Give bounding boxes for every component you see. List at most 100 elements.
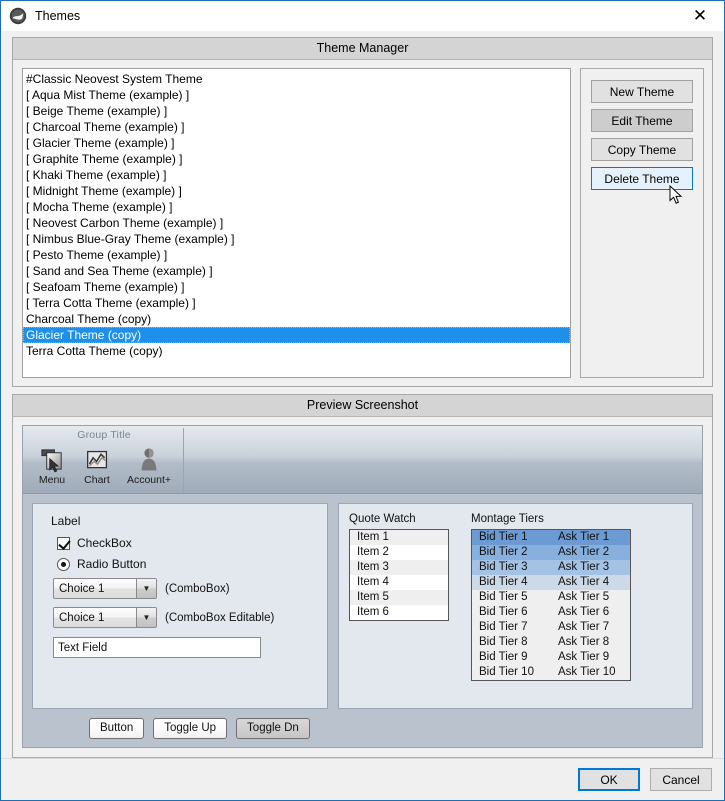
montage-tier-row[interactable]: Bid Tier 3 Ask Tier 3	[472, 560, 630, 575]
combobox-editable-value: Choice 1	[59, 611, 105, 624]
theme-list-item[interactable]: [ Seafoam Theme (example) ]	[23, 279, 570, 295]
ribbon-item-chart[interactable]: Chart	[78, 443, 116, 486]
montage-tiers-title: Montage Tiers	[471, 513, 544, 525]
combobox[interactable]: Choice 1 ▼	[53, 578, 157, 599]
combobox-note: (ComboBox)	[165, 582, 230, 595]
theme-list-item[interactable]: #Classic Neovest System Theme	[23, 71, 570, 87]
ask-tier-label: Ask Tier 5	[558, 591, 610, 603]
theme-list-item[interactable]: [ Aqua Mist Theme (example) ]	[23, 87, 570, 103]
quote-watch-item[interactable]: Item 6	[350, 605, 448, 620]
preview-toggle-dn-button[interactable]: Toggle Dn	[236, 717, 310, 739]
quote-watch-item[interactable]: Item 5	[350, 590, 448, 605]
close-icon[interactable]: ✕	[678, 2, 722, 30]
montage-tier-row[interactable]: Bid Tier 6 Ask Tier 6	[472, 605, 630, 620]
window-title: Themes	[35, 9, 81, 23]
chevron-down-icon[interactable]: ▼	[136, 608, 156, 627]
bid-tier-label: Bid Tier 2	[479, 546, 528, 558]
theme-list-item[interactable]: Glacier Theme (copy)	[23, 327, 570, 343]
bid-tier-label: Bid Tier 5	[479, 591, 528, 603]
theme-list-item[interactable]: [ Mocha Theme (example) ]	[23, 199, 570, 215]
ask-tier-label: Ask Tier 10	[558, 666, 616, 678]
new-theme-button[interactable]: New Theme	[591, 80, 693, 103]
ask-tier-label: Ask Tier 1	[558, 531, 610, 543]
theme-actions-panel: New Theme Edit Theme Copy Theme Delete T…	[580, 68, 704, 378]
checkbox-checked-icon[interactable]	[57, 536, 70, 550]
montage-tier-row[interactable]: Bid Tier 9 Ask Tier 9	[472, 650, 630, 665]
bid-tier-label: Bid Tier 8	[479, 636, 528, 648]
bid-tier-label: Bid Tier 3	[479, 561, 528, 573]
theme-list-item[interactable]: [ Neovest Carbon Theme (example) ]	[23, 215, 570, 231]
radio-selected-icon[interactable]	[57, 557, 70, 571]
bid-tier-label: Bid Tier 6	[479, 606, 528, 618]
quote-watch-item[interactable]: Item 1	[350, 530, 448, 545]
ask-tier-label: Ask Tier 4	[558, 576, 610, 588]
preview-form-panel: Label CheckBox Radio Button Choice 1 ▼ (…	[32, 503, 328, 709]
copy-theme-button[interactable]: Copy Theme	[591, 138, 693, 161]
ask-tier-label: Ask Tier 6	[558, 606, 610, 618]
ribbon-group-title: Group Title	[77, 429, 131, 441]
quote-watch-item[interactable]: Item 3	[350, 560, 448, 575]
theme-list-item[interactable]: [ Nimbus Blue-Gray Theme (example) ]	[23, 231, 570, 247]
montage-tiers-list[interactable]: Bid Tier 1 Ask Tier 1 Bid Tier 2 Ask Tier 2…	[471, 529, 631, 681]
montage-tiers-column: Montage Tiers Bid Tier 1 Ask Tier 1 Bid Ti…	[471, 513, 631, 708]
bid-tier-label: Bid Tier 9	[479, 651, 528, 663]
quote-watch-column: Quote Watch Item 1 Item 2 Item 3 Item 4 Item…	[349, 513, 449, 708]
preview-button[interactable]: Button	[89, 717, 145, 739]
cancel-button[interactable]: Cancel	[650, 768, 712, 791]
dialog-footer: OK Cancel	[1, 758, 724, 800]
preview-combobox-row: Choice 1 ▼ (ComboBox)	[51, 578, 315, 599]
montage-tier-row[interactable]: Bid Tier 10 Ask Tier 10	[472, 665, 630, 680]
preview-header: Preview Screenshot	[13, 395, 712, 417]
theme-list-item[interactable]: [ Glacier Theme (example) ]	[23, 135, 570, 151]
theme-list-item[interactable]: [ Graphite Theme (example) ]	[23, 151, 570, 167]
montage-tier-row[interactable]: Bid Tier 1 Ask Tier 1	[472, 530, 630, 545]
ask-tier-label: Ask Tier 3	[558, 561, 610, 573]
menu-page-cursor-icon	[39, 443, 66, 473]
combobox-editable[interactable]: Choice 1 ▼	[53, 607, 157, 628]
ask-tier-label: Ask Tier 9	[558, 651, 610, 663]
theme-list-item[interactable]: [ Pesto Theme (example) ]	[23, 247, 570, 263]
bid-tier-label: Bid Tier 1	[479, 531, 528, 543]
ok-button[interactable]: OK	[578, 768, 640, 791]
ask-tier-label: Ask Tier 2	[558, 546, 610, 558]
checkbox-label: CheckBox	[77, 536, 132, 550]
theme-manager-body: #Classic Neovest System Theme[ Aqua Mist…	[13, 60, 712, 386]
preview-screenshot-group: Preview Screenshot Group Title Menu Char…	[12, 394, 713, 758]
text-field-input[interactable]	[53, 637, 261, 658]
theme-list-item[interactable]: [ Charcoal Theme (example) ]	[23, 119, 570, 135]
themes-dialog: Themes ✕ Theme Manager #Classic Neovest …	[0, 0, 725, 801]
quote-watch-item[interactable]: Item 4	[350, 575, 448, 590]
preview-buttons-row: Button Toggle Up Toggle Dn	[23, 709, 702, 747]
theme-list-item[interactable]: Charcoal Theme (copy)	[23, 311, 570, 327]
montage-tier-row[interactable]: Bid Tier 5 Ask Tier 5	[472, 590, 630, 605]
montage-tier-row[interactable]: Bid Tier 7 Ask Tier 7	[472, 620, 630, 635]
ribbon-label-account: Account+	[126, 474, 172, 486]
preview-radio-row[interactable]: Radio Button	[51, 557, 315, 571]
theme-list[interactable]: #Classic Neovest System Theme[ Aqua Mist…	[22, 68, 571, 378]
theme-list-item[interactable]: [ Midnight Theme (example) ]	[23, 183, 570, 199]
title-bar: Themes ✕	[1, 1, 724, 31]
chevron-down-icon[interactable]: ▼	[136, 579, 156, 598]
theme-list-item[interactable]: [ Khaki Theme (example) ]	[23, 167, 570, 183]
preview-checkbox-row[interactable]: CheckBox	[51, 536, 315, 550]
preview-toggle-up-button[interactable]: Toggle Up	[153, 717, 228, 739]
theme-list-item[interactable]: [ Sand and Sea Theme (example) ]	[23, 263, 570, 279]
theme-list-item[interactable]: [ Beige Theme (example) ]	[23, 103, 570, 119]
ribbon-item-menu[interactable]: Menu	[33, 443, 71, 486]
bid-tier-label: Bid Tier 4	[479, 576, 528, 588]
montage-tier-row[interactable]: Bid Tier 8 Ask Tier 8	[472, 635, 630, 650]
bid-tier-label: Bid Tier 10	[479, 666, 534, 678]
theme-list-item[interactable]: Terra Cotta Theme (copy)	[23, 343, 570, 359]
montage-tier-row[interactable]: Bid Tier 4 Ask Tier 4	[472, 575, 630, 590]
theme-list-item[interactable]: [ Terra Cotta Theme (example) ]	[23, 295, 570, 311]
radio-label: Radio Button	[77, 557, 147, 571]
quote-watch-list[interactable]: Item 1 Item 2 Item 3 Item 4 Item 5 Item 6	[349, 529, 449, 621]
preview-canvas: Group Title Menu Chart Account+ Label Ch…	[22, 425, 703, 748]
quote-watch-item[interactable]: Item 2	[350, 545, 448, 560]
combobox-value: Choice 1	[59, 582, 105, 595]
montage-tier-row[interactable]: Bid Tier 2 Ask Tier 2	[472, 545, 630, 560]
edit-theme-button[interactable]: Edit Theme	[591, 109, 693, 132]
combobox-editable-note: (ComboBox Editable)	[165, 611, 275, 624]
delete-theme-button[interactable]: Delete Theme	[591, 167, 693, 190]
ribbon-item-account-plus[interactable]: Account+	[123, 443, 175, 486]
